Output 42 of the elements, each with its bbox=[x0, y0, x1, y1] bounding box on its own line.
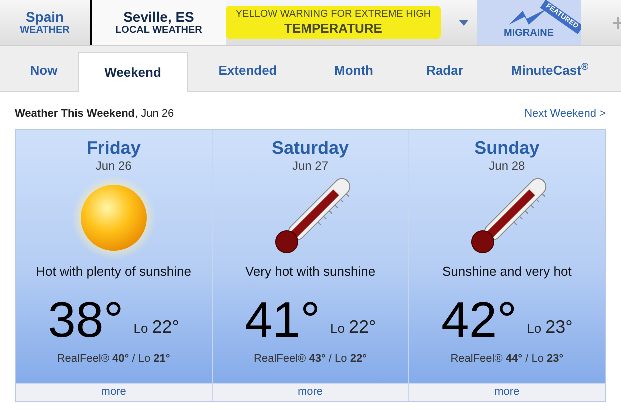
city-subtitle: LOCAL WEATHER bbox=[116, 24, 202, 36]
plus-icon bbox=[613, 16, 621, 28]
tab[interactable]: Extended bbox=[188, 51, 308, 91]
sun-icon bbox=[72, 176, 156, 260]
next-weekend-link[interactable]: Next Weekend > bbox=[524, 106, 606, 122]
caret-icon bbox=[459, 20, 469, 26]
city-name: Seville, ES bbox=[124, 8, 194, 24]
more-link[interactable]: more bbox=[409, 382, 606, 400]
day-date: Jun 28 bbox=[488, 158, 526, 174]
low-temperature: 22° bbox=[152, 316, 180, 339]
low-label: Lo bbox=[527, 320, 542, 338]
high-temperature: 41° bbox=[244, 295, 320, 345]
low-label: Lo bbox=[330, 320, 345, 338]
country-subtitle: WEATHER bbox=[20, 24, 70, 36]
warning-title: TEMPERATURE bbox=[284, 20, 382, 36]
section-title: Weather This Weekend, Jun 26 bbox=[15, 107, 174, 122]
high-temperature: 42° bbox=[442, 295, 518, 345]
tab[interactable]: Weekend bbox=[78, 52, 188, 92]
day-name: Saturday bbox=[270, 138, 350, 158]
realfeel-text: RealFeel® 44° / Lo 23° bbox=[450, 352, 565, 367]
tab[interactable]: Month bbox=[308, 51, 400, 91]
low-temperature: 23° bbox=[546, 316, 573, 339]
warning-banner[interactable]: YELLOW WARNING FOR EXTREME HIGH TEMPERATURE bbox=[226, 6, 441, 39]
more-link[interactable]: more bbox=[16, 382, 212, 400]
tab[interactable]: MinuteCast$^{®}$ bbox=[490, 51, 610, 91]
realfeel-text: RealFeel® 43° / Lo 22° bbox=[253, 352, 368, 367]
condition-text: Hot with plenty of sunshine bbox=[35, 262, 193, 281]
day-name: Sunday bbox=[474, 138, 541, 158]
low-label: Lo bbox=[134, 320, 148, 338]
day-name: Friday bbox=[86, 138, 142, 158]
day-date: Jun 26 bbox=[94, 158, 133, 174]
realfeel-text: RealFeel® 40° / Lo 21° bbox=[56, 352, 172, 367]
condition-text: Very hot with sunshine bbox=[244, 262, 377, 281]
tab[interactable]: Radar bbox=[400, 51, 490, 91]
high-temperature: 38° bbox=[48, 295, 124, 345]
warning-text: YELLOW WARNING FOR EXTREME HIGH bbox=[236, 8, 432, 20]
more-link[interactable]: more bbox=[212, 382, 408, 400]
low-temperature: 22° bbox=[348, 316, 376, 339]
country-name: Spain bbox=[26, 8, 64, 24]
day-date: Jun 27 bbox=[291, 158, 330, 174]
condition-text: Sunshine and very hot bbox=[441, 262, 573, 281]
tab[interactable]: Now bbox=[10, 51, 78, 91]
